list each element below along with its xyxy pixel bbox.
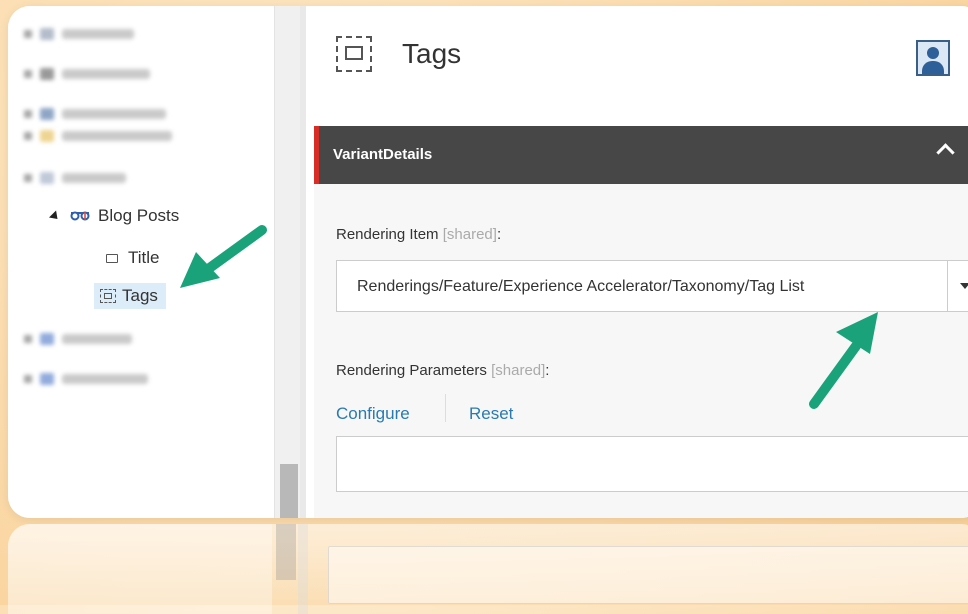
content-tree: Blog Posts Title Tags (8, 6, 274, 518)
reset-link[interactable]: Reset (469, 404, 513, 424)
rectangle-icon (106, 253, 118, 263)
dropdown-button[interactable] (948, 260, 968, 312)
annotation-arrow (809, 312, 878, 409)
blurred-tree-item[interactable] (24, 68, 150, 80)
caret-down-icon (960, 283, 968, 289)
tree-item-label: Title (128, 248, 160, 267)
tree-item-label: Blog Posts (98, 206, 180, 225)
label-colon: : (545, 362, 550, 379)
dashed-rendering-icon (100, 289, 116, 303)
chevron-up-icon[interactable] (936, 143, 955, 162)
rendering-item-label: Rendering Item [shared]: (336, 226, 501, 243)
reflection-effect (8, 524, 968, 614)
blurred-tree-item[interactable] (24, 373, 148, 385)
glasses-icon (70, 211, 90, 221)
shared-tag: [shared] (491, 362, 546, 379)
tree-item-blog-posts[interactable]: Blog Posts (48, 206, 180, 226)
select-value: Renderings/Feature/Experience Accelerato… (357, 278, 805, 295)
tree-item-title[interactable]: Title (106, 248, 160, 268)
item-header: Tags (306, 6, 968, 126)
section-header[interactable]: VariantDetails (314, 126, 968, 184)
tree-scrollbar[interactable] (274, 6, 301, 518)
rendering-parameters-label: Rendering Parameters [shared]: (336, 362, 549, 379)
label-text: Rendering Parameters (336, 362, 487, 379)
rendering-item-select[interactable]: Renderings/Feature/Experience Accelerato… (336, 260, 948, 312)
editor-window: Blog Posts Title Tags Tags VariantDetail… (8, 6, 968, 518)
section-title: VariantDetails (333, 146, 433, 163)
tree-item-label: Tags (122, 286, 158, 305)
label-colon: : (496, 226, 502, 243)
user-avatar-icon[interactable] (916, 40, 950, 76)
annotation-arrow (180, 225, 267, 288)
link-divider (445, 394, 446, 422)
blurred-tree-item[interactable] (24, 333, 132, 345)
blurred-tree-item[interactable] (24, 172, 126, 184)
shared-tag: [shared] (442, 226, 497, 243)
item-editor: Tags VariantDetails Rendering Item [shar… (306, 6, 968, 518)
scrollbar-thumb[interactable] (280, 464, 298, 518)
dashed-rendering-icon (336, 36, 372, 72)
label-text: Rendering Item (336, 226, 439, 243)
blurred-tree-item[interactable] (24, 108, 166, 120)
blurred-tree-item[interactable] (24, 28, 134, 40)
expand-arrow-icon[interactable] (48, 209, 62, 223)
rendering-parameters-field[interactable] (336, 436, 968, 492)
tree-item-tags[interactable]: Tags (94, 283, 166, 309)
configure-link[interactable]: Configure (336, 404, 410, 424)
page-title: Tags (402, 38, 462, 69)
blurred-tree-item[interactable] (24, 130, 172, 142)
